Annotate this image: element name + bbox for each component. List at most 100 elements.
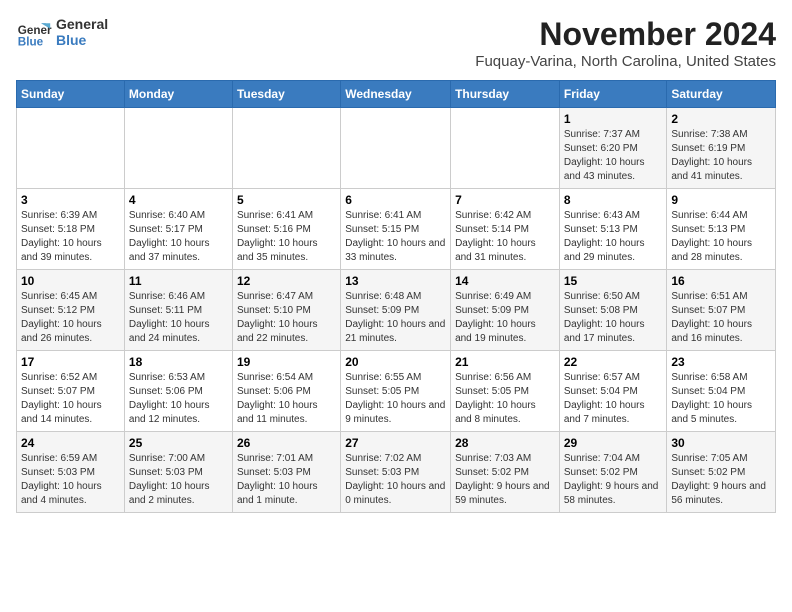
- title-area: November 2024 Fuquay-Varina, North Carol…: [475, 16, 776, 70]
- weekday-header-row: SundayMondayTuesdayWednesdayThursdayFrid…: [17, 81, 776, 108]
- day-number: 26: [237, 436, 336, 450]
- day-info: Sunrise: 7:03 AM Sunset: 5:02 PM Dayligh…: [455, 452, 555, 508]
- day-cell: 7 Sunrise: 6:42 AM Sunset: 5:14 PM Daylig…: [451, 189, 560, 270]
- day-cell: [451, 108, 560, 189]
- logo: General Blue General Blue: [16, 16, 108, 52]
- day-cell: 22 Sunrise: 6:57 AM Sunset: 5:04 PM Dayli…: [559, 351, 667, 432]
- day-cell: 21 Sunrise: 6:56 AM Sunset: 5:05 PM Dayli…: [451, 351, 560, 432]
- logo-general: General: [56, 16, 108, 32]
- day-number: 7: [455, 193, 555, 207]
- day-number: 8: [564, 193, 663, 207]
- day-cell: 24 Sunrise: 6:59 AM Sunset: 5:03 PM Dayli…: [17, 432, 125, 513]
- day-number: 3: [21, 193, 120, 207]
- day-info: Sunrise: 6:43 AM Sunset: 5:13 PM Dayligh…: [564, 209, 663, 265]
- day-number: 30: [671, 436, 771, 450]
- day-cell: 3 Sunrise: 6:39 AM Sunset: 5:18 PM Daylig…: [17, 189, 125, 270]
- day-cell: 8 Sunrise: 6:43 AM Sunset: 5:13 PM Daylig…: [559, 189, 667, 270]
- day-number: 11: [129, 274, 228, 288]
- day-number: 28: [455, 436, 555, 450]
- day-info: Sunrise: 6:59 AM Sunset: 5:03 PM Dayligh…: [21, 452, 120, 508]
- day-number: 24: [21, 436, 120, 450]
- day-number: 23: [671, 355, 771, 369]
- day-cell: 13 Sunrise: 6:48 AM Sunset: 5:09 PM Dayli…: [341, 270, 451, 351]
- day-info: Sunrise: 6:49 AM Sunset: 5:09 PM Dayligh…: [455, 290, 555, 346]
- day-info: Sunrise: 6:57 AM Sunset: 5:04 PM Dayligh…: [564, 371, 663, 427]
- day-cell: 25 Sunrise: 7:00 AM Sunset: 5:03 PM Dayli…: [124, 432, 232, 513]
- weekday-header-wednesday: Wednesday: [341, 81, 451, 108]
- day-cell: 20 Sunrise: 6:55 AM Sunset: 5:05 PM Dayli…: [341, 351, 451, 432]
- header: General Blue General Blue November 2024 …: [16, 16, 776, 70]
- day-cell: 19 Sunrise: 6:54 AM Sunset: 5:06 PM Dayli…: [232, 351, 340, 432]
- logo-blue: Blue: [56, 32, 108, 48]
- weekday-header-sunday: Sunday: [17, 81, 125, 108]
- day-info: Sunrise: 6:42 AM Sunset: 5:14 PM Dayligh…: [455, 209, 555, 265]
- day-number: 22: [564, 355, 663, 369]
- day-number: 25: [129, 436, 228, 450]
- day-cell: 9Sunrise: 6:44 AM Sunset: 5:13 PM Daylig…: [667, 189, 776, 270]
- day-number: 21: [455, 355, 555, 369]
- calendar-table: SundayMondayTuesdayWednesdayThursdayFrid…: [16, 80, 776, 513]
- day-info: Sunrise: 6:39 AM Sunset: 5:18 PM Dayligh…: [21, 209, 120, 265]
- day-cell: [232, 108, 340, 189]
- logo-icon: General Blue: [16, 16, 52, 52]
- day-number: 14: [455, 274, 555, 288]
- day-cell: 15 Sunrise: 6:50 AM Sunset: 5:08 PM Dayli…: [559, 270, 667, 351]
- day-info: Sunrise: 6:45 AM Sunset: 5:12 PM Dayligh…: [21, 290, 120, 346]
- day-cell: [341, 108, 451, 189]
- day-number: 4: [129, 193, 228, 207]
- day-info: Sunrise: 7:00 AM Sunset: 5:03 PM Dayligh…: [129, 452, 228, 508]
- day-info: Sunrise: 7:01 AM Sunset: 5:03 PM Dayligh…: [237, 452, 336, 508]
- day-cell: 17Sunrise: 6:52 AM Sunset: 5:07 PM Dayli…: [17, 351, 125, 432]
- day-number: 27: [345, 436, 446, 450]
- day-number: 1: [564, 112, 663, 126]
- day-cell: 14 Sunrise: 6:49 AM Sunset: 5:09 PM Dayli…: [451, 270, 560, 351]
- day-info: Sunrise: 7:38 AM Sunset: 6:19 PM Dayligh…: [671, 128, 771, 184]
- day-info: Sunrise: 6:46 AM Sunset: 5:11 PM Dayligh…: [129, 290, 228, 346]
- day-number: 15: [564, 274, 663, 288]
- day-info: Sunrise: 6:40 AM Sunset: 5:17 PM Dayligh…: [129, 209, 228, 265]
- day-number: 29: [564, 436, 663, 450]
- day-info: Sunrise: 7:04 AM Sunset: 5:02 PM Dayligh…: [564, 452, 663, 508]
- day-info: Sunrise: 7:05 AM Sunset: 5:02 PM Dayligh…: [671, 452, 771, 508]
- day-number: 19: [237, 355, 336, 369]
- weekday-header-thursday: Thursday: [451, 81, 560, 108]
- day-number: 20: [345, 355, 446, 369]
- week-row-2: 3 Sunrise: 6:39 AM Sunset: 5:18 PM Daylig…: [17, 189, 776, 270]
- day-cell: 1 Sunrise: 7:37 AM Sunset: 6:20 PM Daylig…: [559, 108, 667, 189]
- day-info: Sunrise: 6:47 AM Sunset: 5:10 PM Dayligh…: [237, 290, 336, 346]
- week-row-5: 24 Sunrise: 6:59 AM Sunset: 5:03 PM Dayli…: [17, 432, 776, 513]
- day-cell: 18Sunrise: 6:53 AM Sunset: 5:06 PM Dayli…: [124, 351, 232, 432]
- day-number: 2: [671, 112, 771, 126]
- day-info: Sunrise: 6:53 AM Sunset: 5:06 PM Dayligh…: [129, 371, 228, 427]
- day-info: Sunrise: 6:52 AM Sunset: 5:07 PM Dayligh…: [21, 371, 120, 427]
- day-cell: 4 Sunrise: 6:40 AM Sunset: 5:17 PM Daylig…: [124, 189, 232, 270]
- weekday-header-saturday: Saturday: [667, 81, 776, 108]
- day-info: Sunrise: 6:55 AM Sunset: 5:05 PM Dayligh…: [345, 371, 446, 427]
- week-row-4: 17Sunrise: 6:52 AM Sunset: 5:07 PM Dayli…: [17, 351, 776, 432]
- day-cell: 12 Sunrise: 6:47 AM Sunset: 5:10 PM Dayli…: [232, 270, 340, 351]
- week-row-1: 1 Sunrise: 7:37 AM Sunset: 6:20 PM Daylig…: [17, 108, 776, 189]
- day-info: Sunrise: 6:58 AM Sunset: 5:04 PM Dayligh…: [671, 371, 771, 427]
- weekday-header-monday: Monday: [124, 81, 232, 108]
- day-cell: 10Sunrise: 6:45 AM Sunset: 5:12 PM Dayli…: [17, 270, 125, 351]
- day-cell: [17, 108, 125, 189]
- day-cell: 16Sunrise: 6:51 AM Sunset: 5:07 PM Dayli…: [667, 270, 776, 351]
- day-number: 6: [345, 193, 446, 207]
- day-cell: 11 Sunrise: 6:46 AM Sunset: 5:11 PM Dayli…: [124, 270, 232, 351]
- day-info: Sunrise: 6:48 AM Sunset: 5:09 PM Dayligh…: [345, 290, 446, 346]
- day-cell: 6Sunrise: 6:41 AM Sunset: 5:15 PM Daylig…: [341, 189, 451, 270]
- day-info: Sunrise: 6:54 AM Sunset: 5:06 PM Dayligh…: [237, 371, 336, 427]
- day-number: 5: [237, 193, 336, 207]
- weekday-header-tuesday: Tuesday: [232, 81, 340, 108]
- day-number: 9: [671, 193, 771, 207]
- week-row-3: 10Sunrise: 6:45 AM Sunset: 5:12 PM Dayli…: [17, 270, 776, 351]
- day-info: Sunrise: 6:56 AM Sunset: 5:05 PM Dayligh…: [455, 371, 555, 427]
- day-info: Sunrise: 6:51 AM Sunset: 5:07 PM Dayligh…: [671, 290, 771, 346]
- day-info: Sunrise: 6:41 AM Sunset: 5:16 PM Dayligh…: [237, 209, 336, 265]
- day-cell: 5 Sunrise: 6:41 AM Sunset: 5:16 PM Daylig…: [232, 189, 340, 270]
- day-cell: 29 Sunrise: 7:04 AM Sunset: 5:02 PM Dayli…: [559, 432, 667, 513]
- day-info: Sunrise: 6:50 AM Sunset: 5:08 PM Dayligh…: [564, 290, 663, 346]
- day-info: Sunrise: 7:37 AM Sunset: 6:20 PM Dayligh…: [564, 128, 663, 184]
- day-number: 13: [345, 274, 446, 288]
- day-number: 12: [237, 274, 336, 288]
